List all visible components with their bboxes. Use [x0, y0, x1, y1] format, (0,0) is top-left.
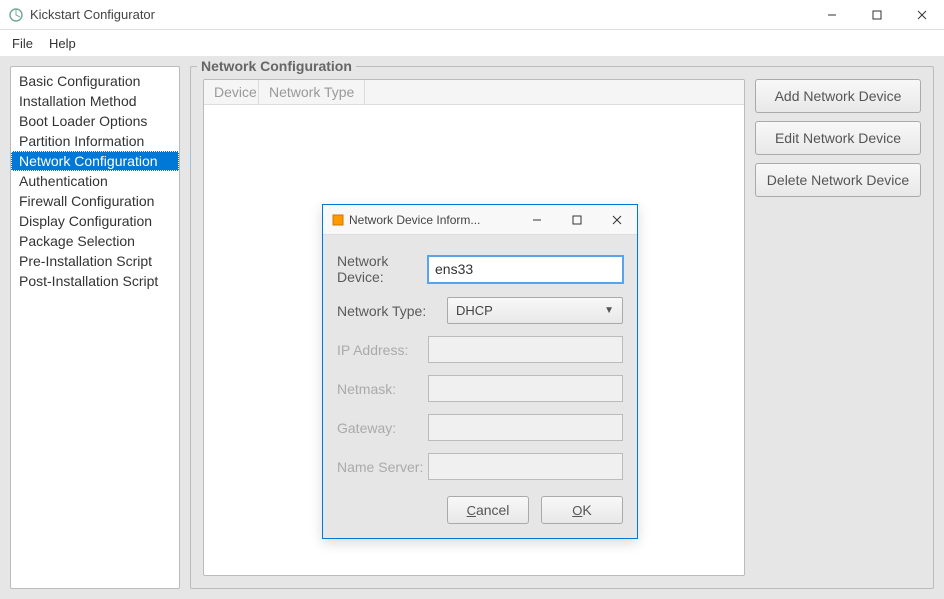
delete-network-device-button[interactable]: Delete Network Device — [755, 163, 921, 197]
sidebar-item-basic-configuration[interactable]: Basic Configuration — [11, 71, 179, 91]
network-type-value: DHCP — [456, 303, 493, 318]
action-buttons: Add Network Device Edit Network Device D… — [755, 79, 921, 576]
minimize-button[interactable] — [809, 0, 854, 30]
dialog-titlebar[interactable]: Network Device Inform... — [323, 205, 637, 235]
label-network-type: Network Type: — [337, 303, 447, 319]
fieldset-legend: Network Configuration — [197, 58, 356, 74]
dialog-close-button[interactable] — [597, 205, 637, 235]
ip-address-input — [428, 336, 623, 363]
column-header-device[interactable]: Device — [204, 80, 259, 104]
sidebar-item-partition-information[interactable]: Partition Information — [11, 131, 179, 151]
dialog-minimize-button[interactable] — [517, 205, 557, 235]
column-header-network-type[interactable]: Network Type — [259, 80, 365, 104]
sidebar-item-boot-loader-options[interactable]: Boot Loader Options — [11, 111, 179, 131]
sidebar-item-package-selection[interactable]: Package Selection — [11, 231, 179, 251]
sidebar-item-firewall-configuration[interactable]: Firewall Configuration — [11, 191, 179, 211]
app-icon — [8, 7, 24, 23]
sidebar-item-display-configuration[interactable]: Display Configuration — [11, 211, 179, 231]
sidebar-item-pre-installation-script[interactable]: Pre-Installation Script — [11, 251, 179, 271]
label-netmask: Netmask: — [337, 381, 428, 397]
sidebar-item-network-configuration[interactable]: Network Configuration — [11, 151, 179, 171]
window-title: Kickstart Configurator — [30, 7, 809, 22]
close-button[interactable] — [899, 0, 944, 30]
sidebar-item-post-installation-script[interactable]: Post-Installation Script — [11, 271, 179, 291]
sidebar-item-authentication[interactable]: Authentication — [11, 171, 179, 191]
dialog-title: Network Device Inform... — [349, 213, 517, 227]
edit-network-device-button[interactable]: Edit Network Device — [755, 121, 921, 155]
cancel-button[interactable]: Cancel — [447, 496, 529, 524]
name-server-input — [428, 453, 623, 480]
chevron-down-icon: ▼ — [604, 305, 614, 316]
label-gateway: Gateway: — [337, 420, 428, 436]
window-titlebar: Kickstart Configurator — [0, 0, 944, 30]
maximize-button[interactable] — [854, 0, 899, 30]
menu-file[interactable]: File — [12, 36, 33, 51]
network-type-select[interactable]: DHCP ▼ — [447, 297, 623, 324]
sidebar: Basic Configuration Installation Method … — [10, 66, 180, 589]
ok-button[interactable]: OK — [541, 496, 623, 524]
label-ip-address: IP Address: — [337, 342, 428, 358]
menubar: File Help — [0, 30, 944, 56]
netmask-input — [428, 375, 623, 402]
label-network-device: Network Device: — [337, 253, 428, 285]
add-network-device-button[interactable]: Add Network Device — [755, 79, 921, 113]
label-name-server: Name Server: — [337, 459, 428, 475]
dialog-maximize-button[interactable] — [557, 205, 597, 235]
gateway-input — [428, 414, 623, 441]
menu-help[interactable]: Help — [49, 36, 76, 51]
network-device-input[interactable] — [428, 256, 623, 283]
dialog-icon — [331, 213, 345, 227]
sidebar-item-installation-method[interactable]: Installation Method — [11, 91, 179, 111]
network-device-dialog: Network Device Inform... Network Device:… — [322, 204, 638, 539]
